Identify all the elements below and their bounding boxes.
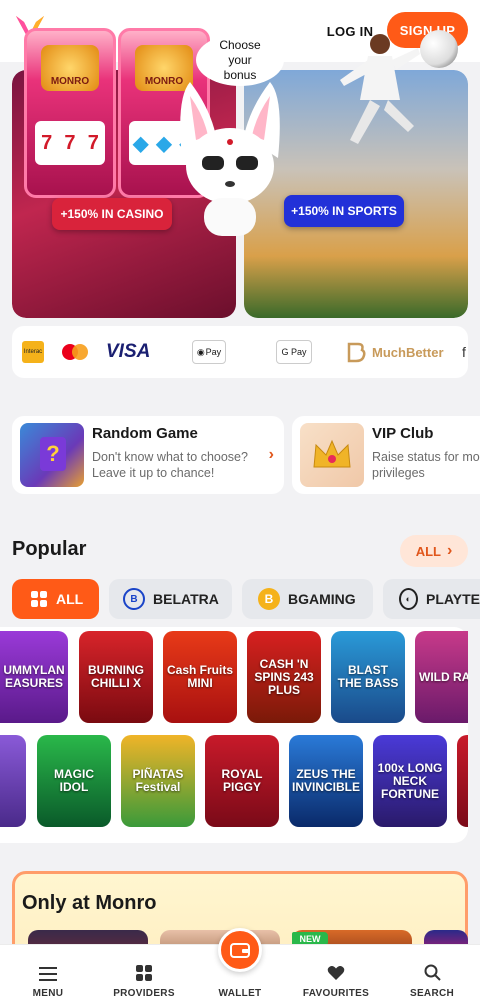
vip-club-thumbnail — [300, 423, 364, 487]
playtech-icon: ◐ — [399, 588, 419, 610]
sports-bonus-badge[interactable]: +150% IN SPORTS — [284, 195, 404, 227]
nav-label: MENU — [32, 988, 64, 999]
googlepay-label: G Pay — [276, 340, 312, 364]
vip-club-card[interactable]: VIP Club Raise status for mo privileges — [292, 416, 480, 494]
filter-label: PLAYTE — [426, 591, 480, 607]
game-title: BURNING CHILLI X — [88, 663, 144, 690]
muchbetter-logo: MuchBetter — [346, 326, 444, 378]
game-tile[interactable]: MAGIC IDOL — [37, 735, 111, 827]
filter-label: BELATRA — [153, 591, 219, 607]
game-tile-partial[interactable] — [457, 735, 468, 827]
nav-label: PROVIDERS — [113, 988, 175, 999]
all-link-label: ALL — [415, 543, 441, 559]
filter-bgaming[interactable]: B BGAMING — [242, 579, 373, 619]
game-tile[interactable]: 100x LONG NECK FORTUNE — [373, 735, 447, 827]
description-line: privileges — [372, 466, 425, 480]
game-tile[interactable]: PIÑATAS Festival — [121, 735, 195, 827]
football-player-image — [340, 34, 420, 144]
bgaming-icon: B — [258, 588, 280, 610]
menu-icon — [39, 967, 57, 981]
nav-label: WALLET — [218, 988, 262, 999]
visa-logo: VISA — [106, 341, 151, 362]
popular-section-title: Popular — [12, 538, 87, 560]
filter-label: BGAMING — [288, 591, 356, 607]
filter-label: ALL — [56, 591, 84, 607]
nav-search[interactable]: SEARCH — [384, 945, 480, 1008]
game-tile[interactable]: UMMYLAN EASURES — [0, 631, 68, 723]
game-title: CASH 'N SPINS 243 PLUS — [254, 656, 314, 697]
bubble-text: your — [228, 52, 252, 67]
game-tile[interactable]: CASH 'N SPINS 243 PLUS — [247, 631, 321, 723]
game-tile[interactable]: ROYAL PIGGY — [205, 735, 279, 827]
game-title: BLAST THE BASS — [337, 663, 399, 690]
nav-providers[interactable]: PROVIDERS — [96, 945, 192, 1008]
popular-all-button[interactable]: ALL › — [400, 535, 468, 567]
game-tile[interactable]: BLAST THE BASS — [331, 631, 405, 723]
description-line: Don't know what to choose? — [92, 450, 248, 464]
filter-all[interactable]: ALL — [12, 579, 99, 619]
nav-label: FAVOURITES — [302, 988, 370, 999]
random-game-description: Don't know what to choose? Leave it up t… — [92, 449, 248, 481]
chevron-right-icon: › — [446, 542, 453, 559]
random-game-card[interactable]: ? Random Game Don't know what to choose?… — [12, 416, 284, 494]
game-title: ROYAL PIGGY — [221, 767, 263, 794]
game-tile[interactable]: Cash Fruits MINI — [163, 631, 237, 723]
applepay-icon: ◉ Pay — [192, 326, 226, 378]
bubble-text: Choose — [219, 37, 261, 52]
interac-icon: Interac — [22, 326, 44, 378]
applepay-label: Pay — [205, 347, 222, 357]
muchbetter-icon — [347, 342, 366, 363]
grid-icon — [31, 591, 47, 607]
casino-bonus-badge[interactable]: +150% IN CASINO — [52, 198, 172, 230]
nav-label: SEARCH — [409, 988, 455, 999]
filter-belatra[interactable]: B BELATRA — [109, 579, 232, 619]
description-line: Leave it up to chance! — [92, 466, 215, 480]
soccer-ball-icon — [420, 30, 458, 68]
slot-machine-image: MONRO 777 — [24, 28, 116, 198]
game-title: WILD RABBIT — [419, 669, 468, 684]
payment-methods-strip: Interac VISA ◉ Pay G Pay MuchBetter f — [12, 326, 468, 378]
providers-grid-icon — [136, 965, 152, 981]
chevron-right-icon: › — [268, 446, 274, 463]
only-at-monro-title: Only at Monro — [22, 892, 157, 914]
wallet-button[interactable] — [218, 928, 262, 972]
slot-reel: 777 — [35, 121, 105, 165]
game-title: Cash Fruits MINI — [167, 663, 234, 690]
nav-menu[interactable]: MENU — [0, 945, 96, 1008]
muchbetter-label: MuchBetter — [372, 344, 444, 360]
belatra-icon: B — [123, 588, 145, 610]
crown-icon — [313, 439, 351, 468]
game-title: UMMYLAN EASURES — [3, 663, 65, 690]
fox-mascot-image — [180, 82, 280, 236]
game-tile[interactable]: ZEUS THE INVINCIBLE — [289, 735, 363, 827]
game-title: MAGIC IDOL — [54, 767, 94, 794]
googlepay-icon: G Pay — [276, 326, 312, 378]
game-title: PIÑATAS Festival — [132, 767, 184, 794]
vip-club-description: Raise status for mo privileges — [372, 449, 480, 481]
slot-brand-label: MONRO — [41, 45, 99, 91]
heart-icon — [327, 966, 345, 980]
game-tile[interactable]: BURNING CHILLI X — [79, 631, 153, 723]
more-payment-icon: f — [462, 344, 466, 360]
game-title: ZEUS THE INVINCIBLE — [292, 767, 361, 794]
nav-favourites[interactable]: FAVOURITES — [288, 945, 384, 1008]
description-line: Raise status for mo — [372, 450, 480, 464]
filter-playtech[interactable]: ◐ PLAYTE — [383, 579, 480, 619]
search-icon — [424, 964, 441, 981]
vip-club-title: VIP Club — [372, 425, 434, 442]
game-tile[interactable]: WILD RABBIT — [415, 631, 468, 723]
mastercard-icon — [62, 326, 88, 378]
random-game-thumbnail: ? — [20, 423, 84, 487]
random-game-title: Random Game — [92, 425, 198, 442]
wallet-icon — [230, 943, 250, 958]
game-title: 100x LONG NECK FORTUNE — [377, 760, 443, 801]
game-tile-partial[interactable] — [0, 735, 26, 827]
